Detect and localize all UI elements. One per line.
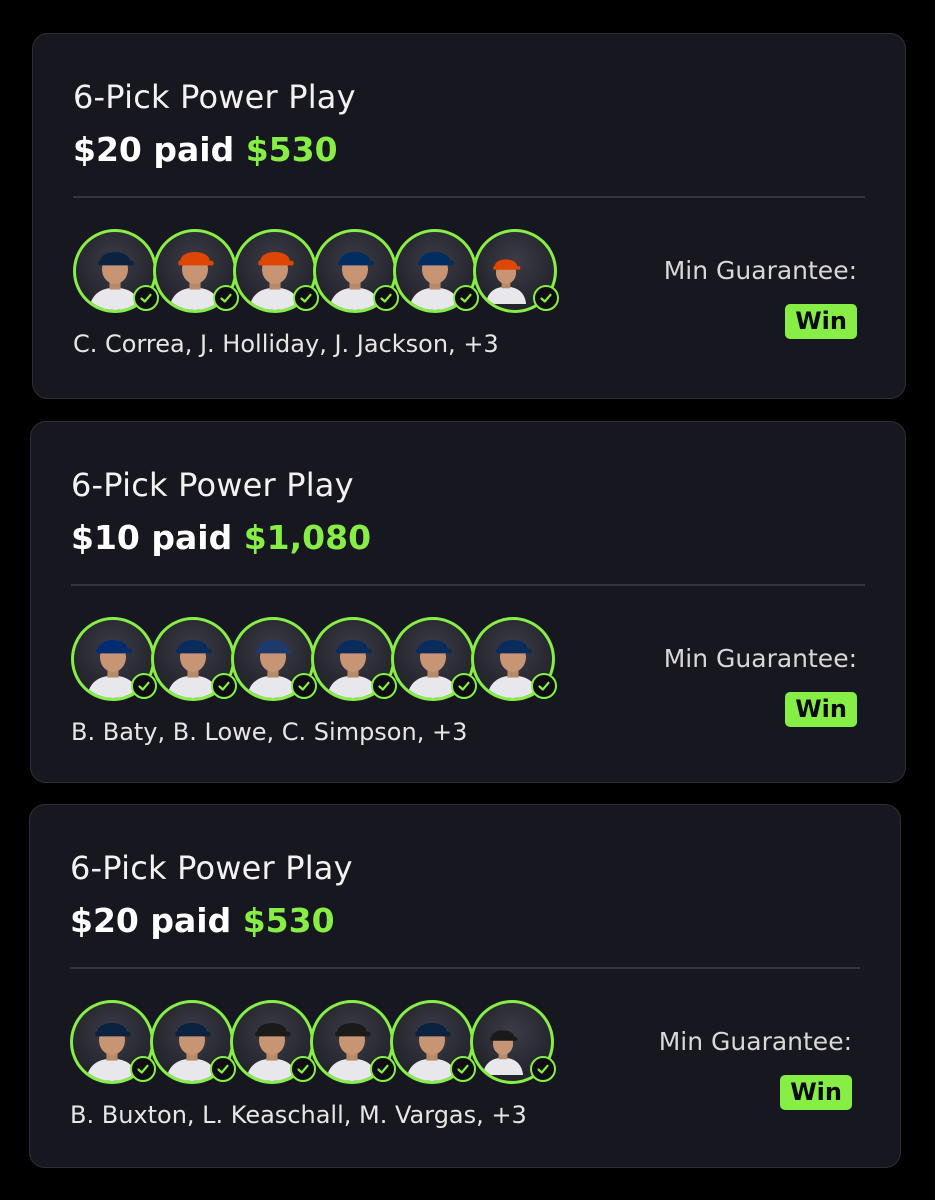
player-names: C. Correa, J. Holliday, J. Jackson, +3 (73, 330, 499, 358)
player-avatars (73, 229, 573, 319)
min-guarantee-label: Min Guarantee: (663, 256, 857, 285)
entry-card[interactable]: 6-Pick Power Play $10 paid $1,080 B. Bat… (30, 421, 906, 783)
min-guarantee-label: Min Guarantee: (663, 644, 857, 673)
player-avatars (70, 1000, 570, 1090)
entry-card[interactable]: 6-Pick Power Play $20 paid $530 B. Buxto… (29, 804, 901, 1168)
entry-payout: $530 (245, 130, 338, 169)
entry-amounts: $20 paid $530 (73, 130, 338, 169)
entry-paid: $20 paid (70, 901, 232, 940)
divider (71, 584, 865, 586)
check-icon (530, 1056, 556, 1082)
entry-amounts: $20 paid $530 (70, 901, 335, 940)
entry-amounts: $10 paid $1,080 (71, 518, 371, 557)
divider (73, 196, 865, 198)
check-icon (531, 673, 557, 699)
win-badge: Win (780, 1075, 852, 1110)
entry-payout: $1,080 (243, 518, 372, 557)
entry-paid: $10 paid (71, 518, 233, 557)
player-avatars (71, 617, 571, 707)
player-names: B. Baty, B. Lowe, C. Simpson, +3 (71, 718, 468, 746)
check-icon (533, 285, 559, 311)
divider (70, 967, 860, 969)
entry-card[interactable]: 6-Pick Power Play $20 paid $530 C. Corre… (32, 33, 906, 399)
entry-title: 6-Pick Power Play (70, 849, 353, 887)
win-badge: Win (785, 692, 857, 727)
entry-payout: $530 (242, 901, 335, 940)
entry-paid: $20 paid (73, 130, 235, 169)
entry-title: 6-Pick Power Play (71, 466, 354, 504)
player-names: B. Buxton, L. Keaschall, M. Vargas, +3 (70, 1101, 527, 1129)
win-badge: Win (785, 304, 857, 339)
min-guarantee-label: Min Guarantee: (658, 1027, 852, 1056)
entry-title: 6-Pick Power Play (73, 78, 356, 116)
